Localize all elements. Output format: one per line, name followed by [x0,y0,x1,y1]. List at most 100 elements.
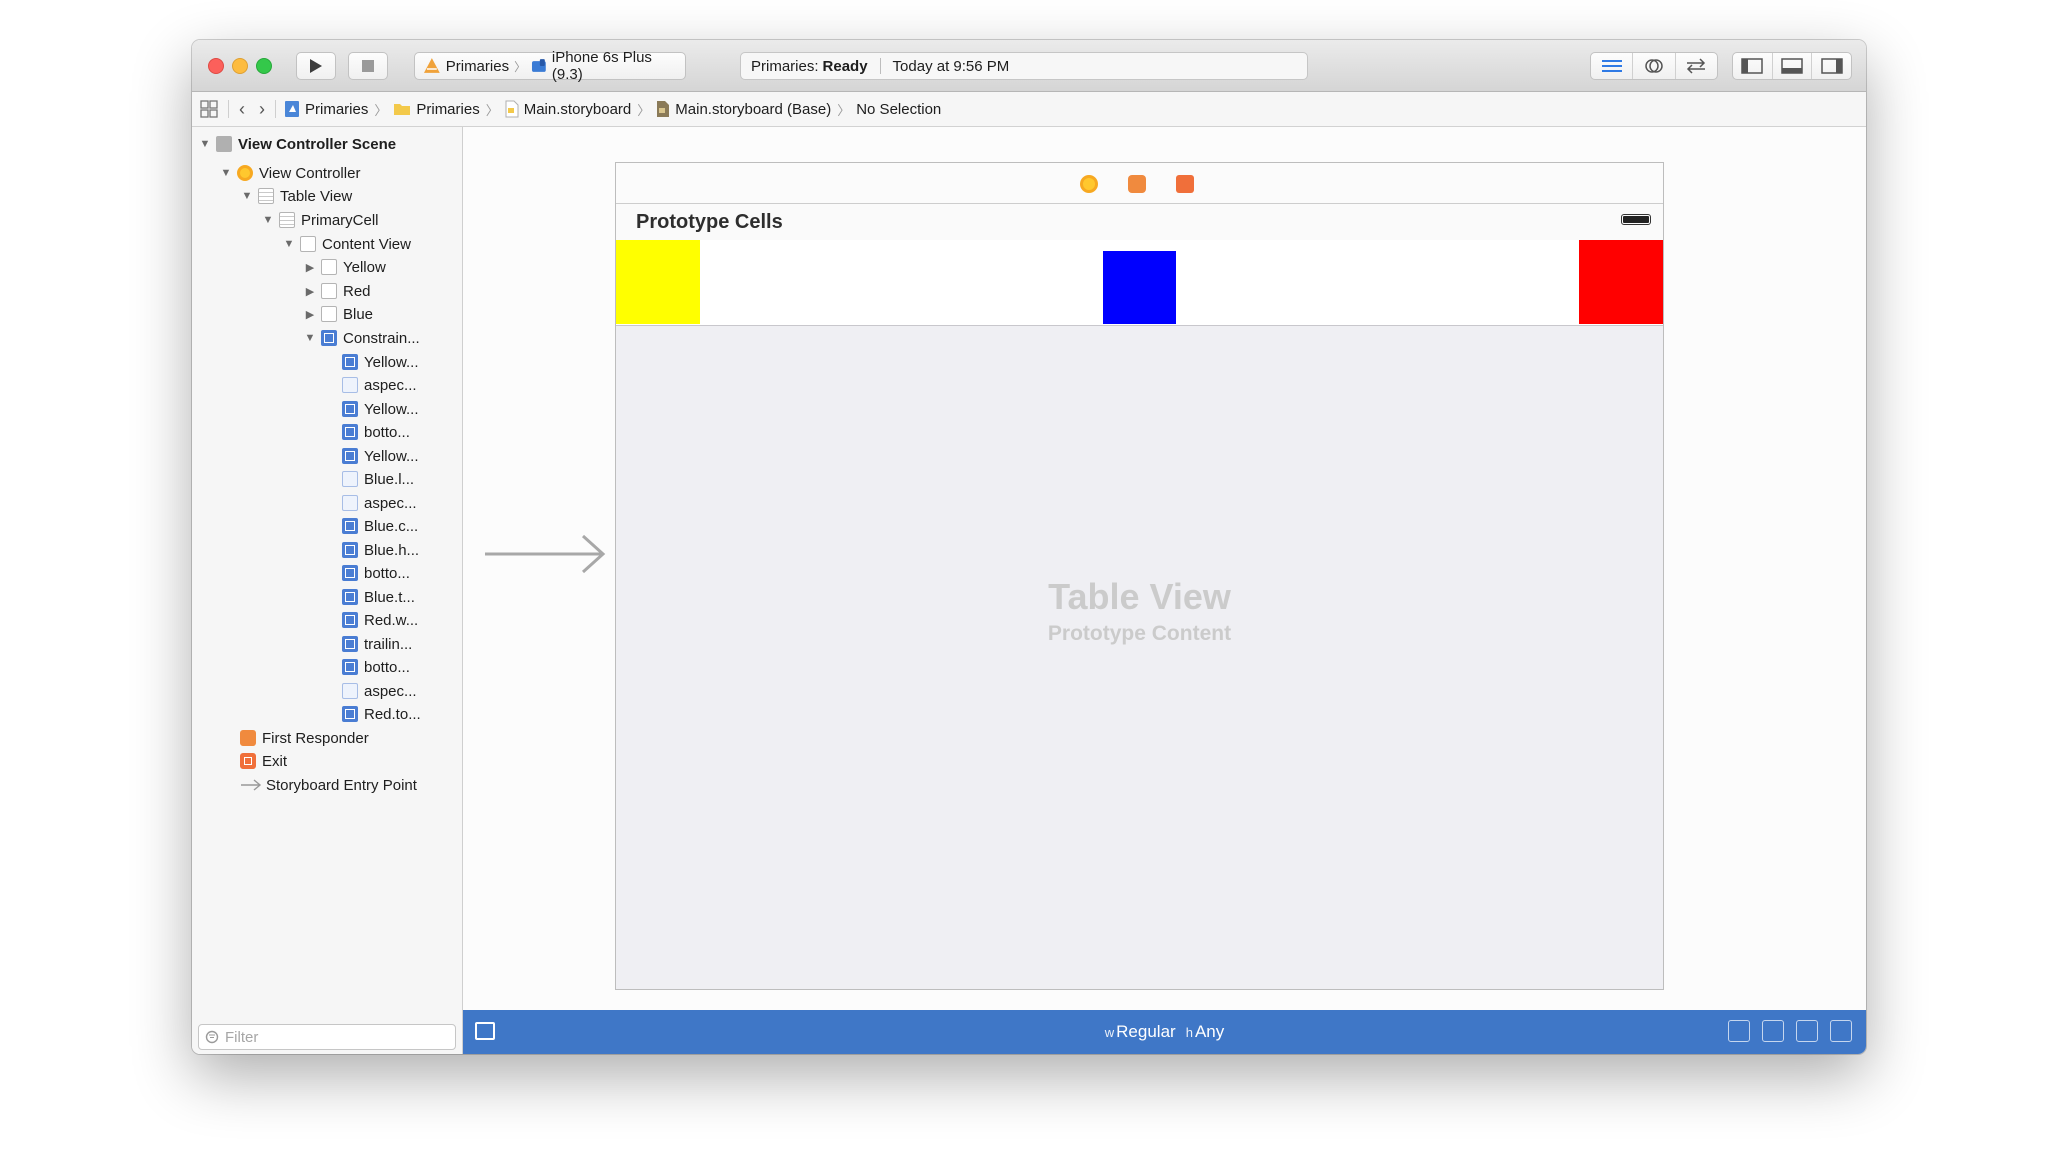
outline-row-constraint[interactable]: Blue.c... [342,515,418,537]
outline-filter-field[interactable]: Filter [198,1024,456,1050]
view-controller-scene[interactable]: Prototype Cells Table View Prototype Con… [615,162,1664,990]
blue-view[interactable] [1103,251,1176,324]
editor-mode-control[interactable] [1590,52,1718,80]
table-view-title: Table View [1048,576,1231,617]
minimize-button[interactable] [232,58,248,74]
outline-label: Blue.c... [364,517,419,535]
view-controller-icon[interactable] [1080,175,1098,193]
outline-label: Blue.h... [364,541,420,559]
filter-icon [205,1030,219,1044]
forward-icon[interactable]: › [259,99,265,120]
zoom-button[interactable] [256,58,272,74]
disclosure-triangle-icon[interactable]: ▶ [303,261,317,274]
outline-row-primary-cell[interactable]: ▼ PrimaryCell [261,209,379,231]
close-button[interactable] [208,58,224,74]
outline-row-constraint[interactable]: botto... [342,562,410,584]
scheme-separator: 〉 [514,59,527,74]
disclosure-triangle-icon[interactable]: ▼ [303,332,317,344]
constraint-icon [342,542,358,558]
scheme-selector[interactable]: Primaries 〉 iPhone 6s Plus (9.3) [414,49,686,83]
outline-row-constraints[interactable]: ▼ Constrain... [303,327,420,349]
outline-row-constraint[interactable]: Yellow... [342,445,419,467]
outline-row-table-view[interactable]: ▼ Table View [240,185,353,207]
outline-label: Storyboard Entry Point [266,776,417,794]
view-icon [321,306,337,322]
disclosure-triangle-icon[interactable]: ▶ [303,285,317,298]
first-responder-icon[interactable] [1128,175,1146,193]
debug-area-toggle-icon[interactable] [1771,53,1812,79]
primary-cell[interactable] [616,240,1663,326]
document-outline: ▼ View Controller Scene ▼ View Controlle… [192,127,463,1054]
entry-point-arrow-icon [241,779,262,791]
breadcrumb-separator: 〉 [837,102,851,118]
assistant-editor-icon[interactable] [1632,53,1674,79]
outline-row-red[interactable]: ▶ Red [303,280,371,302]
outline-row-constraint[interactable]: Red.to... [342,703,421,725]
constraint-icon [342,518,358,534]
outline-row-constraint[interactable]: Yellow... [342,351,419,373]
outline-row-blue[interactable]: ▶ Blue [303,303,373,325]
breadcrumb-separator: 〉 [374,102,388,118]
outline-row-constraint[interactable]: Red.w... [342,609,418,631]
storyboard-entry-arrow-icon[interactable] [483,532,607,576]
outline-row-constraint[interactable]: trailin... [342,633,412,655]
utilities-toggle-icon[interactable] [1811,53,1851,79]
outline-row-entry-point[interactable]: Storyboard Entry Point [240,774,417,796]
align-icon[interactable] [1762,1020,1784,1042]
disclosure-triangle-icon[interactable]: ▼ [282,238,296,250]
breadcrumb-storyboard-base[interactable]: Main.storyboard (Base) [656,100,831,118]
outline-row-constraint[interactable]: botto... [342,656,410,678]
panel-visibility-control[interactable] [1732,52,1852,80]
stop-button[interactable] [348,52,388,80]
pin-icon[interactable] [1796,1020,1818,1042]
outline-row-view-controller[interactable]: ▼ View Controller [219,162,361,184]
storyboard-canvas[interactable]: Prototype Cells Table View Prototype Con… [463,127,1866,1010]
breadcrumb-project[interactable]: Primaries [284,100,368,118]
size-class-bar[interactable]: w Regular h Any [463,1010,1866,1054]
outline-row-scene[interactable]: ▼ View Controller Scene [198,133,397,155]
exit-icon[interactable] [1176,175,1194,193]
disclosure-triangle-icon[interactable]: ▼ [219,167,233,179]
standard-editor-icon[interactable] [1591,53,1632,79]
outline-row-content-view[interactable]: ▼ Content View [282,233,411,255]
run-button[interactable] [296,52,336,80]
navigator-toggle-icon[interactable] [1733,53,1772,79]
breadcrumb-storyboard[interactable]: Main.storyboard [505,100,631,118]
resolve-issues-icon[interactable] [1830,1020,1852,1042]
constraint-icon [342,636,358,652]
outline-label: View Controller [259,164,361,182]
outline-row-constraint[interactable]: aspec... [342,492,417,514]
table-cell-icon [279,212,295,228]
prototype-cells-header: Prototype Cells [616,204,1663,240]
disclosure-triangle-icon[interactable]: ▶ [303,308,317,321]
constraints-icon [321,330,337,346]
outline-row-constraint[interactable]: Blue.t... [342,586,415,608]
jump-bar: ‹ › Primaries 〉 Primaries 〉 Main.storybo… [192,92,1866,127]
stack-icon[interactable] [1728,1020,1750,1042]
outline-row-constraint[interactable]: Blue.h... [342,539,419,561]
back-icon[interactable]: ‹ [239,99,245,120]
red-view[interactable] [1579,240,1663,324]
disclosure-triangle-icon[interactable]: ▼ [240,190,254,202]
outline-row-yellow[interactable]: ▶ Yellow [303,256,386,278]
breadcrumb-selection[interactable]: No Selection [856,101,941,118]
project-icon [285,101,299,117]
outline-label: Exit [262,752,288,770]
constraint-icon [342,495,358,511]
related-items-icon[interactable] [200,100,218,118]
outline-toggle-icon[interactable] [475,1022,495,1040]
disclosure-triangle-icon[interactable]: ▼ [198,138,212,150]
outline-row-constraint[interactable]: Yellow... [342,398,419,420]
outline-row-constraint[interactable]: aspec... [342,680,417,702]
outline-row-exit[interactable]: Exit [240,750,287,772]
width-prefix: w [1104,1024,1115,1040]
version-editor-icon[interactable] [1674,53,1717,79]
outline-row-constraint[interactable]: Blue.l... [342,468,414,490]
constraint-icon [342,471,358,487]
yellow-view[interactable] [616,240,700,324]
disclosure-triangle-icon[interactable]: ▼ [261,214,275,226]
breadcrumb-group[interactable]: Primaries [393,101,480,118]
outline-row-constraint[interactable]: botto... [342,421,410,443]
outline-row-constraint[interactable]: aspec... [342,374,417,396]
outline-row-first-responder[interactable]: First Responder [240,727,369,749]
